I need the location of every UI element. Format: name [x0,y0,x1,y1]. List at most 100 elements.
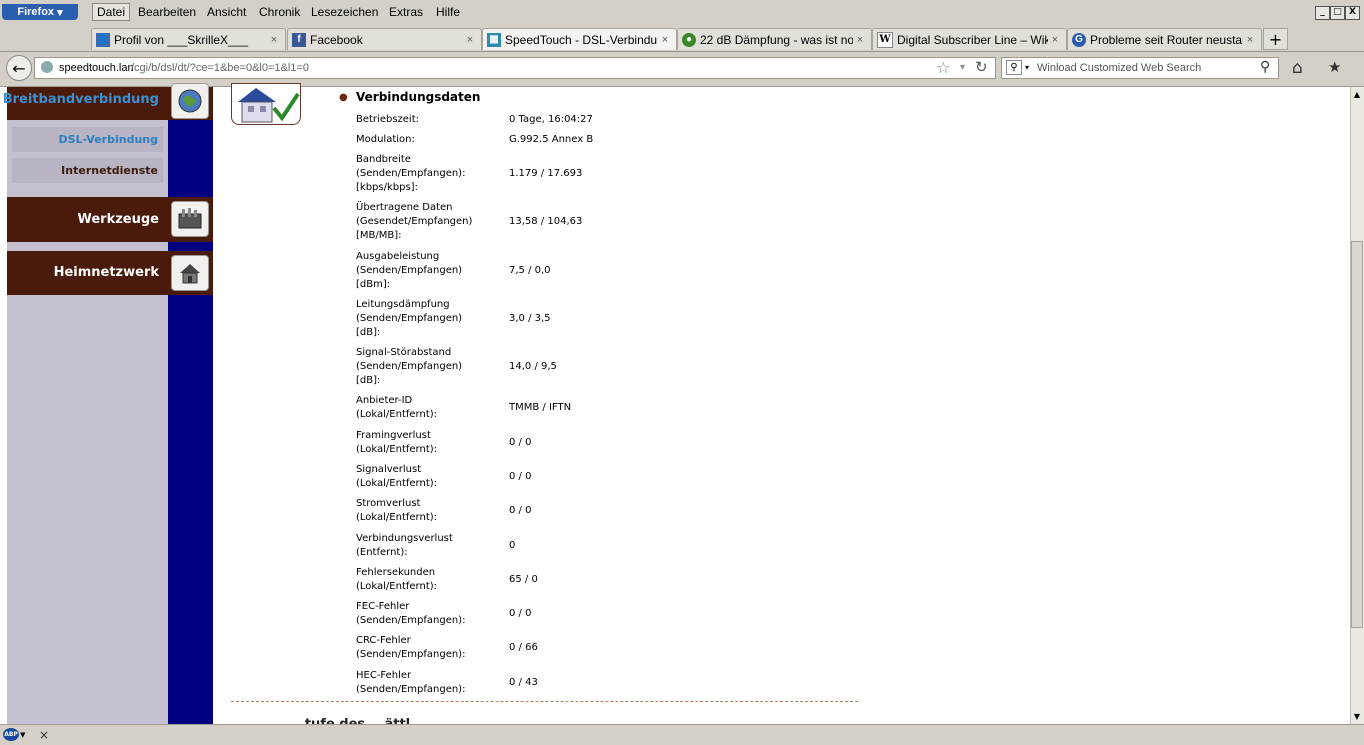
site-icon: G [1072,32,1086,47]
tab-label: 22 dB Dämpfung - was ist no... [700,32,853,47]
new-tab-button[interactable]: + [1263,28,1288,50]
row-value: 1.179 / 17.693 [509,168,583,179]
menu-hilfe[interactable]: Hilfe [436,5,460,19]
row-value: 0 Tage, 16:04:27 [509,114,593,125]
row-label: CRC-Fehler (Senden/Empfangen): [356,635,466,660]
menu-bearbeiten[interactable]: Bearbeiten [138,5,196,19]
row-value: 3,0 / 3,5 [509,313,551,324]
sidebar-section-label: Breitbandverbindung [2,92,159,107]
bookmark-star-icon[interactable]: ☆ [936,58,950,77]
row-label: Fehlersekunden (Lokal/Entfernt): [356,567,438,592]
sidebar-item-internetdienste[interactable]: Internetdienste [12,158,163,183]
row-label: Anbieter-ID (Lokal/Entfernt): [356,395,438,420]
row-value: 14,0 / 9,5 [509,361,557,372]
next-section-heading: ...tufe des ...ättl... [290,717,425,724]
close-window-button[interactable]: X [1345,6,1360,20]
row-label: Signalverlust (Lokal/Entfernt): [356,464,438,489]
tab-label: SpeedTouch - DSL-Verbindung [505,32,658,47]
firefox-button-label: Firefox [17,6,55,18]
url-host[interactable]: speedtouch.lan [59,62,134,74]
tab-speedtouch[interactable]: ▦ SpeedTouch - DSL-Verbindung × [482,28,677,50]
row-value: 7,5 / 0,0 [509,265,551,276]
search-engine-icon[interactable]: ⚲ [1006,60,1022,75]
search-placeholder[interactable]: Winload Customized Web Search [1037,62,1201,74]
row-value: 0 / 0 [509,505,532,516]
row-value: 0 / 0 [509,471,532,482]
close-tab-icon[interactable]: × [267,34,281,46]
wikipedia-icon: W [877,31,893,48]
tab-wikipedia[interactable]: W Digital Subscriber Line – Wiki... × [872,28,1067,50]
menu-extras[interactable]: Extras [389,5,423,19]
row-value: 0 / 0 [509,608,532,619]
minimize-button[interactable]: _ [1315,6,1330,20]
url-history-dropdown-icon[interactable]: ▾ [960,62,965,73]
forum-icon: ● [682,32,696,47]
row-label: Framingverlust (Lokal/Entfernt): [356,430,438,455]
sidebar-section-werkzeuge[interactable]: Werkzeuge [7,197,213,242]
tab-facebook[interactable]: f Facebook × [287,28,482,50]
row-value: 65 / 0 [509,574,538,585]
close-tab-icon[interactable]: × [853,34,867,46]
adblock-plus-icon[interactable]: ABP [3,728,19,741]
row-value: 0 / 0 [509,437,532,448]
tab-label: Digital Subscriber Line – Wiki... [897,32,1048,47]
menu-lesezeichen[interactable]: Lesezeichen [311,5,378,19]
menu-chronik[interactable]: Chronik [259,5,300,19]
close-tab-icon[interactable]: × [658,34,672,46]
bookmarks-menu-icon[interactable]: ★ [1328,58,1341,76]
site-identity-icon[interactable] [41,61,53,73]
menu-bar [0,0,1364,27]
close-addon-bar-icon[interactable]: × [39,728,49,742]
adblock-dropdown-icon[interactable]: ▼ [20,731,25,739]
tab-label: Facebook [310,32,363,47]
tab-label: Probleme seit Router neustar... [1090,32,1243,47]
sidebar-section-heimnetzwerk[interactable]: Heimnetzwerk [7,251,213,295]
reload-icon[interactable]: ↻ [975,58,988,76]
tab-daempfung[interactable]: ● 22 dB Dämpfung - was ist no... × [677,28,872,50]
speedtouch-icon: ▦ [487,32,501,47]
row-label: Modulation: [356,134,415,145]
row-label: Verbindungsverlust (Entfernt): [356,533,453,558]
row-label: FEC-Fehler (Senden/Empfangen): [356,601,466,626]
row-label: Bandbreite (Senden/Empfangen): [kbps/kbp… [356,154,466,193]
row-value: 0 / 66 [509,642,538,653]
house-network-icon [171,255,209,291]
globe-icon [171,83,209,119]
section-divider [231,701,858,702]
search-icon[interactable]: ⚲ [1260,59,1270,75]
close-tab-icon[interactable]: × [1048,34,1062,46]
row-label: Betriebszeit: [356,114,420,125]
row-label: Ausgabeleistung (Senden/Empfangen) [dBm]… [356,251,463,290]
tab-label: Profil von ___SkrilleX___ [114,32,249,47]
home-icon[interactable]: ⌂ [1292,58,1303,78]
menu-datei[interactable]: Datei [92,3,131,21]
row-label: Leitungsdämpfung (Senden/Empfangen) [dB]… [356,299,463,338]
back-icon[interactable]: ← [6,55,32,81]
row-label: Übertragene Daten (Gesendet/Empfangen) [… [356,202,473,241]
row-value: 13,58 / 104,63 [509,216,583,227]
firefox-menu-button[interactable]: Firefox ▾ [2,4,78,20]
maximize-button[interactable]: □ [1330,6,1345,20]
sidebar-section-breitband[interactable]: Breitbandverbindung [3,83,213,120]
close-tab-icon[interactable]: × [463,34,477,46]
toolbox-icon [171,201,209,237]
scrollbar-thumb[interactable] [1351,241,1363,628]
scroll-up-arrow-icon[interactable]: ▲ [1351,88,1363,101]
row-value: 0 / 43 [509,677,538,688]
scroll-down-arrow-icon[interactable]: ▼ [1351,710,1363,723]
connection-status-image [231,83,301,125]
sidebar-section-label: Heimnetzwerk [53,265,159,280]
row-value: G.992.5 Annex B [509,134,594,145]
tab-probleme[interactable]: G Probleme seit Router neustar... × [1067,28,1262,50]
row-label: Signal-Störabstand (Senden/Empfangen) [d… [356,347,463,386]
url-path[interactable]: /cgi/b/dsl/dt/?ce=1&be=0&l0=1&l1=0 [131,62,309,74]
close-tab-icon[interactable]: × [1243,34,1257,46]
menu-ansicht[interactable]: Ansicht [207,5,246,19]
sidebar-section-label: Werkzeuge [77,212,159,227]
sidebar-item-dsl-verbindung[interactable]: DSL-Verbindung [12,127,163,152]
row-value: 0 [509,540,516,551]
tab-profil[interactable]: 👤 Profil von ___SkrilleX___ × [91,28,286,50]
sidebar-accent-strip [168,87,213,724]
row-label: HEC-Fehler (Senden/Empfangen): [356,670,466,695]
search-engine-dropdown-icon[interactable]: ▾ [1025,63,1029,72]
